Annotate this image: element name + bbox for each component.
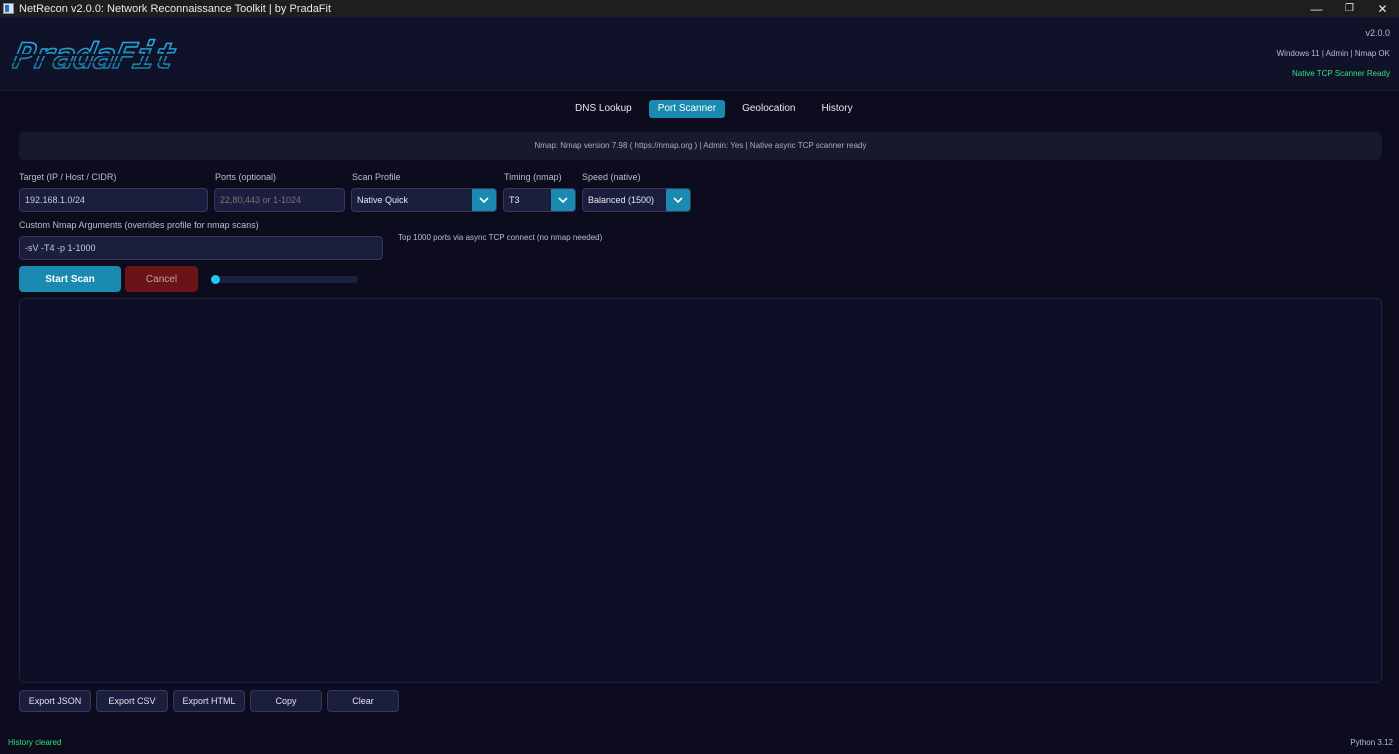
copy-button[interactable]: Copy [250, 690, 322, 712]
timing-label: Timing (nmap) [504, 172, 562, 182]
tab-history[interactable]: History [812, 100, 861, 118]
system-info: Windows 11 | Admin | Nmap OK [1276, 49, 1390, 58]
pradafit-logo: PradaFit [12, 37, 227, 77]
timing-select[interactable]: T3 [503, 188, 576, 212]
window-title: NetRecon v2.0.0: Network Reconnaissance … [19, 2, 332, 15]
nmap-status-bar: Nmap: Nmap version 7.98 ( https://nmap.o… [19, 132, 1382, 160]
clear-button[interactable]: Clear [327, 690, 399, 712]
tab-bar: DNS Lookup Port Scanner Geolocation Hist… [566, 100, 862, 118]
scan-profile-value: Native Quick [357, 195, 409, 205]
speed-select[interactable]: Balanced (1500) [582, 188, 691, 212]
speed-value: Balanced (1500) [588, 195, 655, 205]
export-toolbar: Export JSON Export CSV Export HTML Copy … [19, 690, 399, 712]
version-label: v2.0.0 [1365, 28, 1390, 38]
scan-profile-select[interactable]: Native Quick [351, 188, 497, 212]
ports-input[interactable] [214, 188, 345, 212]
ports-label: Ports (optional) [215, 172, 277, 182]
export-html-button[interactable]: Export HTML [173, 690, 245, 712]
tab-geolocation[interactable]: Geolocation [733, 100, 804, 118]
target-input[interactable] [19, 188, 208, 212]
profile-hint: Top 1000 ports via async TCP connect (no… [398, 233, 603, 242]
footer-message: History cleared [8, 738, 62, 747]
export-json-button[interactable]: Export JSON [19, 690, 91, 712]
app-header: PradaFit v2.0.0 Windows 11 | Admin | Nma… [0, 17, 1399, 91]
tab-dns-lookup[interactable]: DNS Lookup [566, 100, 641, 118]
title-bar: NetRecon v2.0.0: Network Reconnaissance … [0, 0, 1399, 17]
custom-args-input[interactable] [19, 236, 383, 260]
cancel-button[interactable]: Cancel [125, 266, 198, 292]
logo-text: PradaFit [12, 37, 179, 77]
start-scan-button[interactable]: Start Scan [19, 266, 121, 292]
custom-args-label: Custom Nmap Arguments (overrides profile… [19, 220, 259, 230]
target-label: Target (IP / Host / CIDR) [19, 172, 117, 182]
native-scanner-status: Native TCP Scanner Ready [1292, 69, 1390, 78]
chevron-down-icon[interactable] [551, 189, 575, 211]
scan-profile-label: Scan Profile [352, 172, 401, 182]
chevron-down-icon[interactable] [666, 189, 690, 211]
scan-progress-bar [211, 275, 358, 284]
export-csv-button[interactable]: Export CSV [96, 690, 168, 712]
timing-value: T3 [509, 195, 520, 205]
restore-button[interactable]: ❐ [1333, 0, 1366, 17]
tab-port-scanner[interactable]: Port Scanner [648, 100, 726, 118]
chevron-down-icon[interactable] [472, 189, 496, 211]
window-controls: — ❐ ✕ [1300, 0, 1399, 17]
progress-indicator [211, 275, 220, 284]
app-window-icon [3, 3, 14, 14]
python-version: Python 3.12 [1350, 738, 1393, 747]
speed-label: Speed (native) [582, 172, 641, 182]
minimize-button[interactable]: — [1300, 0, 1333, 17]
scan-output-area[interactable] [19, 298, 1382, 683]
close-button[interactable]: ✕ [1366, 0, 1399, 17]
